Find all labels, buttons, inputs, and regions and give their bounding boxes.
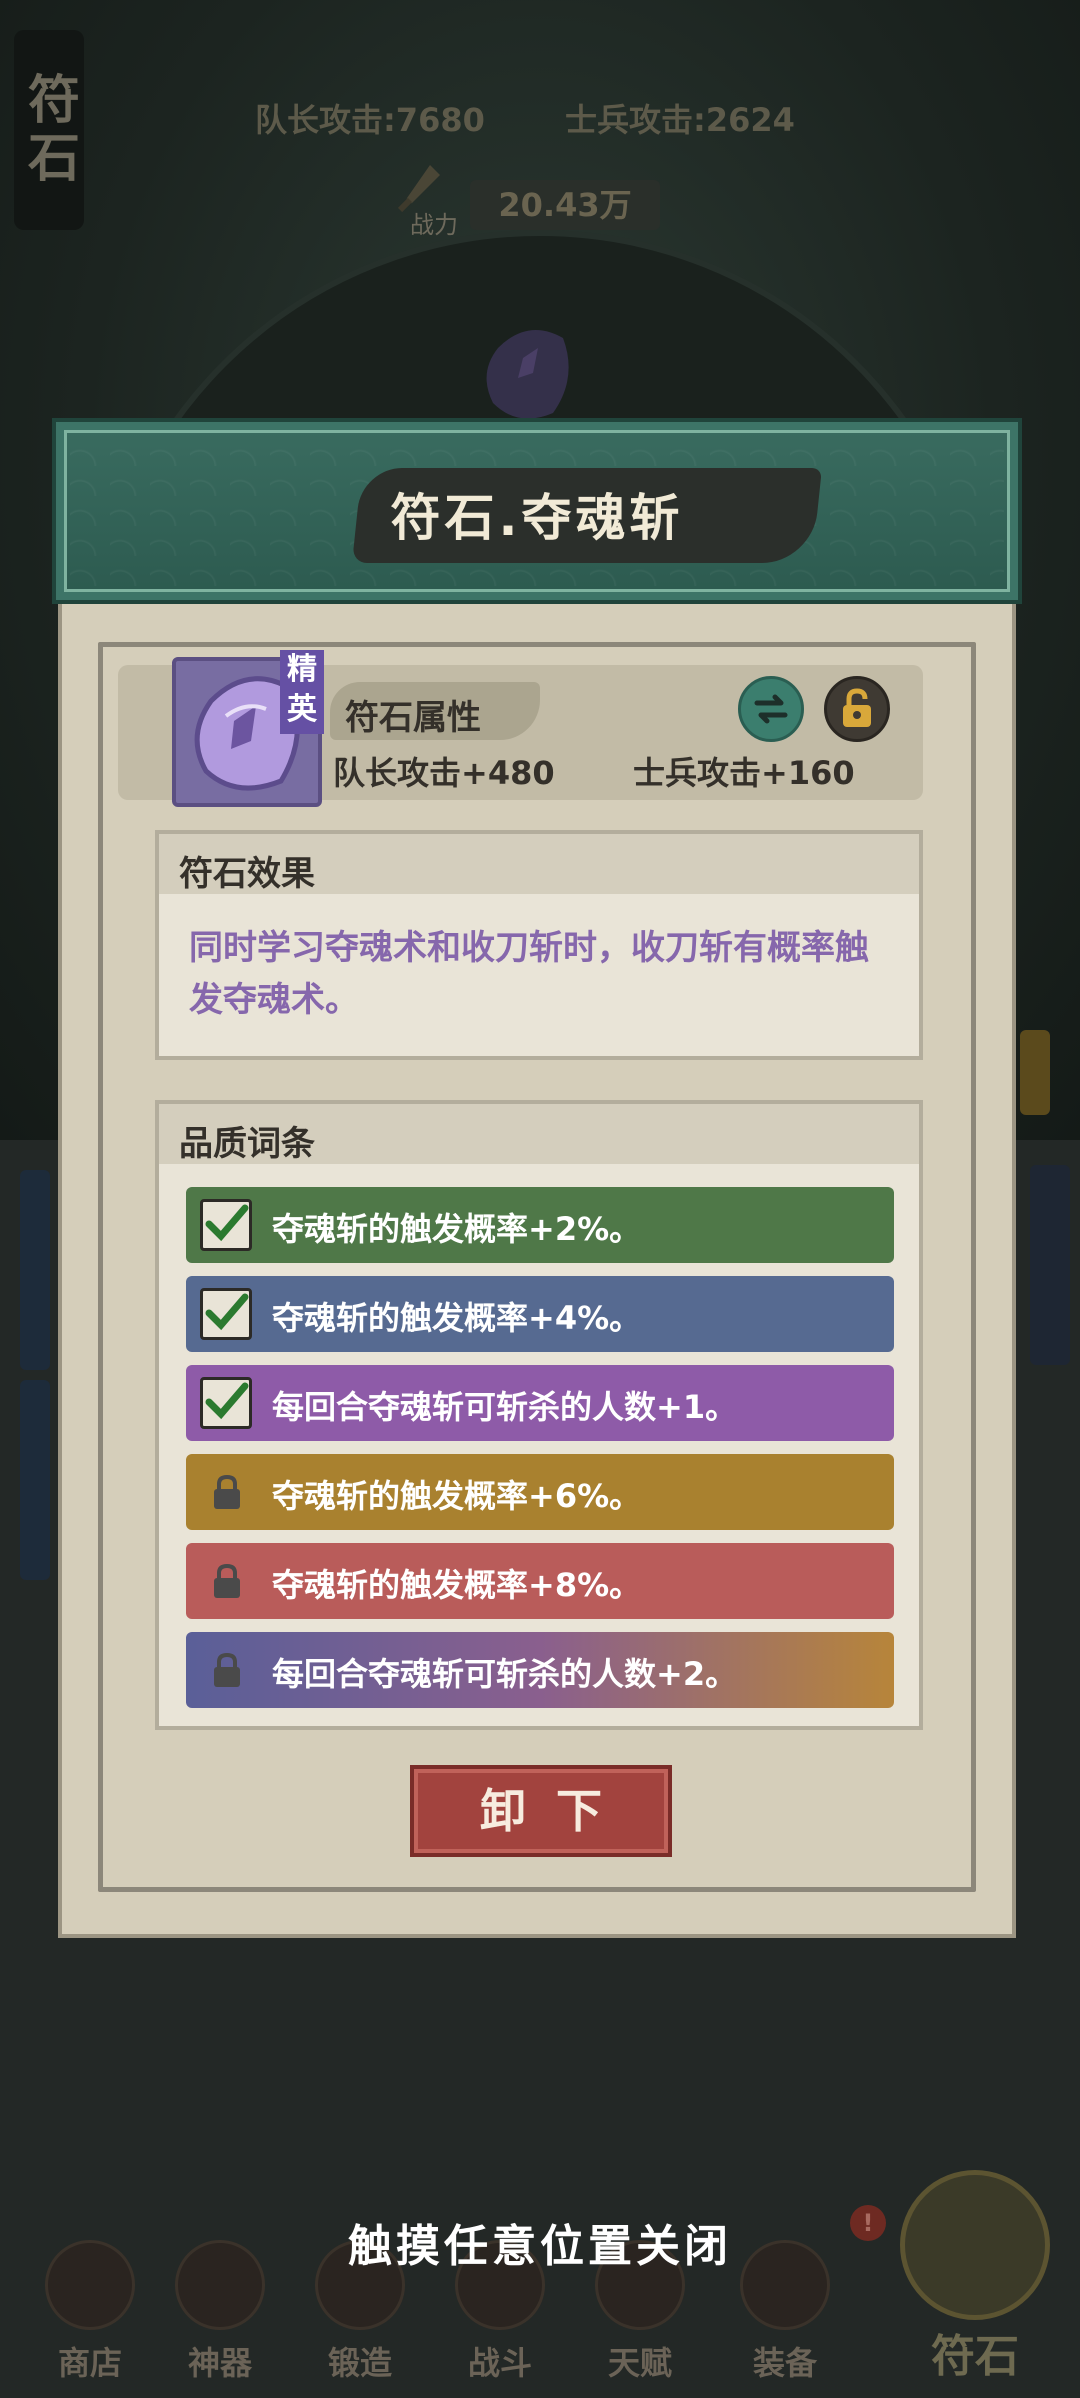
unequip-button[interactable]: 卸下: [410, 1765, 672, 1857]
nav-label: 商店: [57, 2344, 122, 2382]
nav-label: 装备: [752, 2344, 817, 2382]
nav-rune-active[interactable]: 符石: [880, 2170, 1070, 2398]
quality-entry: 夺魂斩的触发概率+6%。: [186, 1454, 894, 1530]
background-panel: [1030, 1165, 1070, 1365]
quality-entry: 夺魂斩的触发概率+4%。: [186, 1276, 894, 1352]
quality-entry: 夺魂斩的触发概率+2%。: [186, 1187, 894, 1263]
checkmark-icon: [205, 1204, 249, 1242]
swap-rune-button[interactable]: [738, 676, 804, 742]
elite-rarity-tag: 精英: [280, 650, 324, 734]
entry-text: 每回合夺魂斩可斩杀的人数+1。: [272, 1388, 738, 1426]
checkmark-icon: [205, 1293, 249, 1331]
swap-arrows-icon: [754, 694, 788, 724]
section-title: 符石效果: [179, 854, 315, 894]
nav-label: 战斗: [467, 2344, 532, 2382]
quality-entry: 夺魂斩的触发概率+8%。: [186, 1543, 894, 1619]
tap-to-close-hint[interactable]: 触摸任意位置关闭: [0, 2210, 1080, 2274]
nav-label: 锻造: [327, 2344, 392, 2382]
nav-label: 符石: [931, 2331, 1019, 2382]
soldier-attack-bonus: 士兵攻击+160: [633, 754, 855, 792]
entry-text: 夺魂斩的触发概率+8%。: [272, 1566, 642, 1604]
quality-entry: 每回合夺魂斩可斩杀的人数+1。: [186, 1365, 894, 1441]
soldier-attack-stat: 士兵攻击:2624: [565, 101, 795, 139]
checkmark-icon: [205, 1382, 249, 1420]
padlock-icon: [214, 1474, 240, 1509]
checkbox-checked: [200, 1199, 252, 1251]
rune-attr-title: 符石属性: [345, 698, 481, 738]
captain-attack-stat: 队长攻击:7680: [255, 101, 485, 139]
entry-text: 夺魂斩的触发概率+2%。: [272, 1210, 642, 1248]
padlock-icon: [214, 1563, 240, 1598]
effect-description: 同时学习夺魂术和收刀斩时，收刀斩有概率触发夺魂术。: [189, 928, 869, 1020]
background-panel: [20, 1170, 50, 1370]
side-tab-rune[interactable]: 符石: [14, 30, 84, 230]
rune-effect-section: 符石效果 同时学习夺魂术和收刀斩时，收刀斩有概率触发夺魂术。: [155, 830, 923, 1060]
background-rune-icon: [486, 330, 569, 419]
background-panel: [1020, 1030, 1050, 1115]
checkbox-checked: [200, 1377, 252, 1429]
background-panel: [20, 1380, 50, 1580]
nav-label: 神器: [187, 2344, 252, 2382]
entry-text: 夺魂斩的触发概率+6%。: [272, 1477, 642, 1515]
lock-rune-button[interactable]: [824, 676, 890, 742]
captain-attack-bonus: 队长攻击+480: [333, 754, 555, 792]
padlock-icon: [214, 1652, 240, 1687]
power-label: 战力: [410, 211, 458, 239]
checkbox-checked: [200, 1288, 252, 1340]
nav-label: 天赋: [607, 2344, 672, 2382]
section-title: 品质词条: [179, 1124, 315, 1164]
modal-title: 符石.夺魂斩: [390, 489, 684, 547]
quality-entry: 每回合夺魂斩可斩杀的人数+2。: [186, 1632, 894, 1708]
lock-icon: [843, 688, 871, 727]
power-value: 20.43万: [470, 180, 660, 230]
entry-text: 夺魂斩的触发概率+4%。: [272, 1299, 642, 1337]
entry-text: 每回合夺魂斩可斩杀的人数+2。: [272, 1655, 738, 1693]
